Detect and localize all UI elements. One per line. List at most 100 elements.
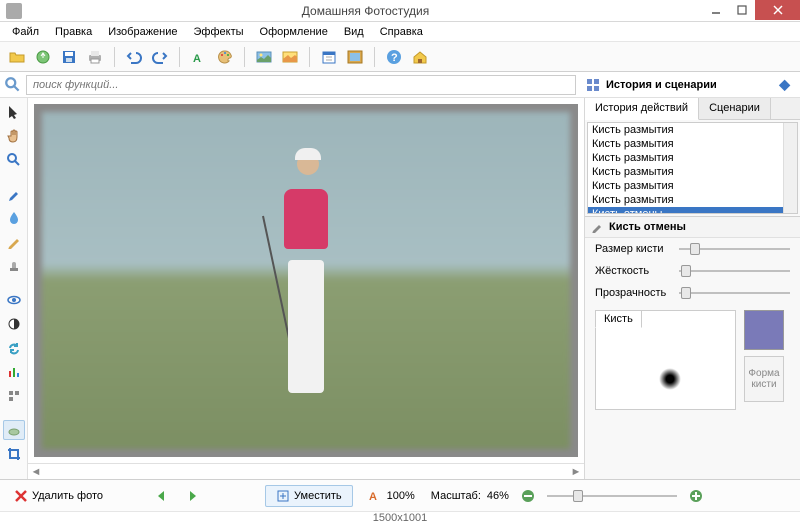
sidebar-tabs: История действий Сценарии xyxy=(585,98,800,120)
help-button[interactable]: ? xyxy=(383,46,405,68)
window-controls xyxy=(703,0,800,21)
pencil-tool[interactable] xyxy=(3,232,25,252)
toolbar-separator xyxy=(244,47,245,67)
canvas-area: ◄ ► xyxy=(28,98,584,479)
image-button-2[interactable] xyxy=(279,46,301,68)
minimize-button[interactable] xyxy=(703,0,729,20)
zoom-controls: Масштаб: 46% xyxy=(431,486,792,506)
horizontal-scrollbar[interactable]: ◄ ► xyxy=(28,463,584,479)
maximize-button[interactable] xyxy=(729,0,755,20)
zoom-slider[interactable] xyxy=(547,489,677,503)
scale-value: 46% xyxy=(487,490,509,502)
titlebar: Домашняя Фотостудия xyxy=(0,0,800,22)
collapse-icon[interactable]: ◆ xyxy=(779,76,790,93)
svg-text:?: ? xyxy=(391,52,398,64)
undo-brush-tool[interactable] xyxy=(3,420,25,440)
brush-right-column: Форма кисти xyxy=(744,310,790,410)
refresh-tool[interactable] xyxy=(3,338,25,358)
hardness-slider[interactable] xyxy=(679,264,790,278)
next-button[interactable] xyxy=(179,486,205,506)
tab-history[interactable]: История действий xyxy=(585,98,699,120)
history-item[interactable]: Кисть размытия xyxy=(588,165,797,179)
menu-design[interactable]: Оформление xyxy=(252,23,336,41)
brush-preview-area: Кисть Форма кисти xyxy=(595,310,790,410)
scroll-left-icon[interactable]: ◄ xyxy=(28,465,44,479)
tool-panel-header: Кисть отмены xyxy=(585,216,800,238)
pointer-tool[interactable] xyxy=(3,102,25,122)
frame-button[interactable] xyxy=(344,46,366,68)
align-tool[interactable] xyxy=(3,386,25,406)
main-area: ◄ ► История действий Сценарии Кисть разм… xyxy=(0,98,800,479)
drop-tool[interactable] xyxy=(3,208,25,228)
toolbar-separator xyxy=(179,47,180,67)
history-item[interactable]: Кисть размытия xyxy=(588,179,797,193)
history-list[interactable]: Кисть размытия Кисть размытия Кисть разм… xyxy=(587,122,798,214)
svg-text:A: A xyxy=(369,491,377,503)
text-button[interactable]: A xyxy=(188,46,210,68)
delete-photo-label: Удалить фото xyxy=(32,490,103,502)
prev-button[interactable] xyxy=(149,486,175,506)
history-item[interactable]: Кисть размытия xyxy=(588,151,797,165)
zoom-out-button[interactable] xyxy=(515,486,541,506)
tab-scenarios[interactable]: Сценарии xyxy=(699,98,771,119)
param-hardness: Жёсткость xyxy=(585,260,800,282)
param-size: Размер кисти xyxy=(585,238,800,260)
history-item[interactable]: Кисть размытия xyxy=(588,193,797,207)
color-swatch[interactable] xyxy=(744,310,784,350)
menu-edit[interactable]: Правка xyxy=(47,23,100,41)
scroll-right-icon[interactable]: ► xyxy=(568,465,584,479)
param-hardness-label: Жёсткость xyxy=(595,265,671,277)
image-button-1[interactable] xyxy=(253,46,275,68)
right-sidebar: История действий Сценарии Кисть размытия… xyxy=(584,98,800,479)
menu-effects[interactable]: Эффекты xyxy=(186,23,252,41)
crop-tool[interactable] xyxy=(3,444,25,464)
fit-label: Уместить xyxy=(294,490,342,502)
opacity-slider[interactable] xyxy=(679,286,790,300)
footer: 1500x1001 xyxy=(0,511,800,525)
save-button[interactable] xyxy=(58,46,80,68)
stamp-tool[interactable] xyxy=(3,256,25,276)
size-slider[interactable] xyxy=(679,242,790,256)
redo-button[interactable] xyxy=(149,46,171,68)
history-item[interactable]: Кисть размытия xyxy=(588,137,797,151)
history-item[interactable]: Кисть размытия xyxy=(588,123,797,137)
vertical-toolbar xyxy=(0,98,28,479)
toolbar-separator xyxy=(374,47,375,67)
zoom-100-button[interactable]: A 100% xyxy=(363,486,421,506)
menu-view[interactable]: Вид xyxy=(336,23,372,41)
menu-file[interactable]: Файл xyxy=(4,23,47,41)
brush-preview: Кисть xyxy=(595,310,736,410)
search-input[interactable] xyxy=(26,75,576,95)
open-folder-button[interactable] xyxy=(6,46,28,68)
hand-tool[interactable] xyxy=(3,126,25,146)
palette-button[interactable] xyxy=(214,46,236,68)
history-item-selected[interactable]: Кисть отмены xyxy=(588,207,797,214)
menu-help[interactable]: Справка xyxy=(372,23,431,41)
history-panel-header: История и сценарии ◆ xyxy=(580,76,796,93)
history-scrollbar[interactable] xyxy=(783,123,797,213)
delete-photo-button[interactable]: Удалить фото xyxy=(8,486,109,506)
nav-arrows xyxy=(149,486,205,506)
brush-shape-button[interactable]: Форма кисти xyxy=(744,356,784,402)
zoom-100-label: 100% xyxy=(387,490,415,502)
toolbar-separator xyxy=(309,47,310,67)
menu-image[interactable]: Изображение xyxy=(100,23,185,41)
param-opacity-label: Прозрачность xyxy=(595,287,671,299)
close-button[interactable] xyxy=(755,0,800,20)
tool-panel-title: Кисть отмены xyxy=(609,221,686,233)
brush-tool[interactable] xyxy=(3,184,25,204)
print-button[interactable] xyxy=(84,46,106,68)
brush-tab-label[interactable]: Кисть xyxy=(595,310,642,328)
calendar-button[interactable] xyxy=(318,46,340,68)
canvas[interactable] xyxy=(34,104,578,457)
export-button[interactable] xyxy=(32,46,54,68)
levels-tool[interactable] xyxy=(3,362,25,382)
home-button[interactable] xyxy=(409,46,431,68)
fit-button[interactable]: Уместить xyxy=(265,485,353,507)
menubar: Файл Правка Изображение Эффекты Оформлен… xyxy=(0,22,800,42)
zoom-tool[interactable] xyxy=(3,150,25,170)
zoom-in-button[interactable] xyxy=(683,486,709,506)
contrast-tool[interactable] xyxy=(3,314,25,334)
eye-tool[interactable] xyxy=(3,290,25,310)
undo-button[interactable] xyxy=(123,46,145,68)
